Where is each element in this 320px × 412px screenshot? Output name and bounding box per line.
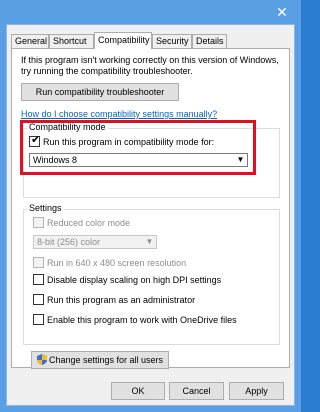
ok-button[interactable]: OK [111, 382, 165, 400]
tab-general[interactable]: General [11, 34, 49, 48]
cancel-button[interactable]: Cancel [169, 382, 224, 400]
run-admin-row[interactable]: Run this program as an administrator [33, 294, 195, 306]
highlight-box [20, 120, 256, 175]
change-settings-all-users-button[interactable]: Change settings for all users [31, 351, 169, 369]
onedrive-row[interactable]: Enable this program to work with OneDriv… [33, 314, 237, 326]
tab-shortcut[interactable]: Shortcut [49, 34, 94, 48]
compatibility-panel: If this program isn't working correctly … [11, 48, 290, 369]
reduced-color-row: Reduced color mode [33, 217, 130, 229]
run-admin-checkbox[interactable] [33, 294, 44, 306]
tab-details[interactable]: Details [192, 34, 227, 48]
color-depth-value: 8-bit (256) color [37, 237, 101, 247]
run-640-label: Run in 640 x 480 screen resolution [47, 258, 187, 268]
run-admin-label: Run this program as an administrator [47, 295, 196, 305]
chevron-down-icon: ▼ [145, 237, 154, 246]
title-bar[interactable]: ✕ [0, 0, 301, 24]
reduced-color-label: Reduced color mode [47, 218, 131, 228]
disable-dpi-label: Disable display scaling on high DPI sett… [47, 275, 222, 285]
run-640-checkbox [33, 257, 44, 269]
close-icon[interactable]: ✕ [273, 3, 291, 21]
onedrive-label: Enable this program to work with OneDriv… [47, 315, 237, 325]
tab-security[interactable]: Security [152, 34, 192, 48]
run-troubleshooter-button[interactable]: Run compatibility troubleshooter [21, 83, 179, 101]
disable-dpi-row[interactable]: Disable display scaling on high DPI sett… [33, 274, 221, 286]
intro-text: If this program isn't working correctly … [21, 55, 279, 76]
dialog-body: General Shortcut Compatibility Security … [6, 24, 295, 406]
apply-button[interactable]: Apply [229, 382, 284, 400]
onedrive-checkbox[interactable] [33, 314, 44, 326]
uac-shield-icon [36, 354, 47, 366]
properties-window: ✕ General Shortcut Compatibility Securit… [0, 0, 301, 412]
disable-dpi-checkbox[interactable] [33, 274, 44, 286]
reduced-color-checkbox [33, 217, 44, 229]
color-depth-select: 8-bit (256) color ▼ [33, 235, 157, 249]
settings-label: Settings [27, 203, 64, 213]
run-640-row: Run in 640 x 480 screen resolution [33, 257, 186, 269]
tab-compatibility[interactable]: Compatibility [94, 32, 152, 49]
help-link[interactable]: How do I choose compatibility settings m… [21, 109, 217, 119]
change-settings-all-users-label: Change settings for all users [48, 355, 164, 365]
